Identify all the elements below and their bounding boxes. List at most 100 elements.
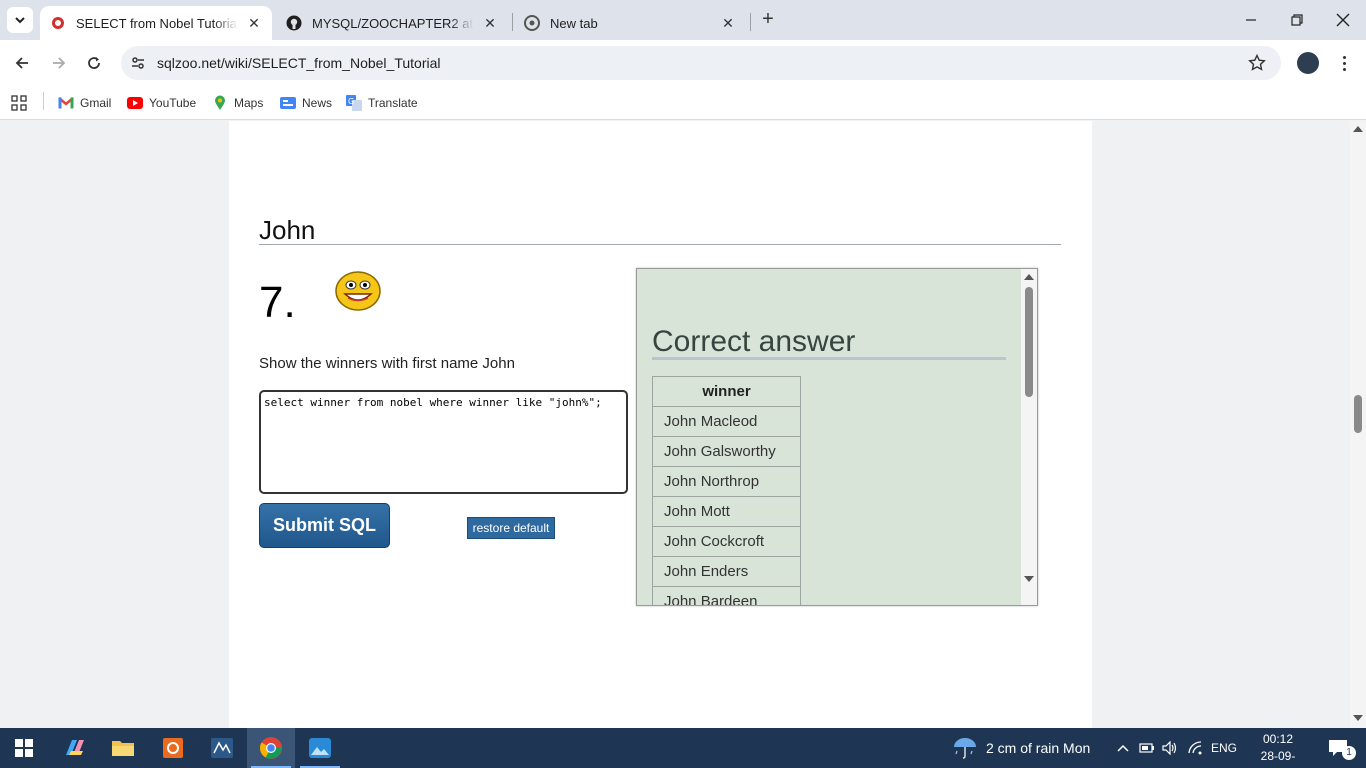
- close-tab-icon[interactable]: ✕: [720, 15, 736, 31]
- page-viewport: John 7. Show the winners with first name…: [0, 121, 1350, 728]
- table-row: John Macleod: [652, 406, 801, 437]
- bookmark-label: News: [302, 96, 333, 110]
- answer-scrollbar[interactable]: [1021, 269, 1037, 605]
- tab-separator: [750, 13, 751, 31]
- tab-new-tab[interactable]: New tab ✕: [514, 6, 746, 40]
- mysql-installer-icon[interactable]: [149, 728, 197, 768]
- bookmarks-bar: Gmail YouTube Maps News G Translate: [0, 86, 1366, 120]
- scroll-down-arrow-icon[interactable]: [1353, 715, 1363, 721]
- tab-sqlzoo[interactable]: SELECT from Nobel Tutorial - SQLZoo ✕: [40, 6, 272, 40]
- scroll-up-arrow-icon[interactable]: [1024, 274, 1034, 280]
- table-row: John Cockcroft: [652, 526, 801, 557]
- question-text: Show the winners with first name John: [259, 355, 515, 372]
- table-row: John Galsworthy: [652, 436, 801, 467]
- windows-taskbar: 2 cm of rain Mon ENG 00:12 28-09-2025 1: [0, 728, 1366, 768]
- umbrella-rain-icon: [954, 738, 976, 759]
- tab-separator: [512, 13, 513, 31]
- forward-arrow-icon[interactable]: [45, 49, 73, 77]
- notification-center[interactable]: 1: [1318, 728, 1358, 768]
- chrome-icon: [524, 15, 540, 31]
- bookmark-star-icon[interactable]: [1247, 53, 1267, 73]
- tab-search-button[interactable]: [7, 7, 33, 33]
- weather-text: 2 cm of rain Mon: [986, 740, 1091, 756]
- chevron-down-icon: [15, 17, 25, 24]
- chrome-taskbar-icon[interactable]: [247, 728, 295, 768]
- new-tab-plus-icon[interactable]: +: [758, 9, 778, 30]
- bookmark-maps[interactable]: Maps: [212, 93, 263, 113]
- taskbar-clock[interactable]: 00:12 28-09-2025: [1248, 731, 1308, 768]
- news-icon: [280, 95, 296, 111]
- github-icon: [286, 15, 302, 31]
- battery-icon[interactable]: [1136, 728, 1158, 768]
- clock-date: 28-09-2025: [1260, 749, 1296, 768]
- bookmark-translate[interactable]: G Translate: [346, 93, 418, 113]
- windows-start-icon[interactable]: [0, 728, 48, 768]
- url-text: sqlzoo.net/wiki/SELECT_from_Nobel_Tutori…: [157, 55, 441, 71]
- question-number: 7.: [259, 278, 296, 327]
- address-bar[interactable]: sqlzoo.net/wiki/SELECT_from_Nobel_Tutori…: [121, 46, 1281, 80]
- page-scrollbar[interactable]: [1350, 121, 1366, 728]
- table-row: John Enders: [652, 556, 801, 587]
- bookmark-separator: [43, 92, 44, 110]
- chevron-up-icon[interactable]: [1112, 728, 1134, 768]
- photos-app-icon[interactable]: [296, 728, 344, 768]
- youtube-icon: [127, 95, 143, 111]
- language-indicator[interactable]: ENG: [1208, 728, 1240, 768]
- tab-github[interactable]: MYSQL/ZOOCHAPTER2 at main ✕: [276, 6, 508, 40]
- scroll-down-arrow-icon[interactable]: [1024, 576, 1034, 582]
- bookmark-gmail[interactable]: Gmail: [58, 93, 111, 113]
- weather-widget[interactable]: 2 cm of rain Mon: [952, 728, 1090, 768]
- answer-title: Correct answer: [652, 325, 856, 358]
- answer-title-divider: [652, 357, 1006, 360]
- bookmark-news[interactable]: News: [280, 93, 332, 113]
- close-tab-icon[interactable]: ✕: [482, 15, 498, 31]
- close-tab-icon[interactable]: ✕: [246, 15, 262, 31]
- back-arrow-icon[interactable]: [8, 49, 36, 77]
- close-window-icon[interactable]: [1320, 0, 1366, 40]
- profile-avatar[interactable]: [1297, 52, 1319, 74]
- browser-toolbar: sqlzoo.net/wiki/SELECT_from_Nobel_Tutori…: [0, 40, 1366, 86]
- answer-table: winner John Macleod John Galsworthy John…: [652, 376, 801, 605]
- tab-title: New tab: [550, 15, 598, 31]
- svg-text:G: G: [348, 97, 354, 106]
- page-content: John 7. Show the winners with first name…: [229, 121, 1092, 728]
- bookmark-label: YouTube: [149, 96, 197, 110]
- bookmark-youtube[interactable]: YouTube: [127, 93, 196, 113]
- menu-kebab-icon[interactable]: [1336, 52, 1352, 74]
- table-row: John Northrop: [652, 466, 801, 497]
- tab-title: SELECT from Nobel Tutorial - SQLZoo: [76, 15, 238, 31]
- file-explorer-icon[interactable]: [99, 728, 147, 768]
- mysql-workbench-icon[interactable]: [198, 728, 246, 768]
- tab-title: MYSQL/ZOOCHAPTER2 at main: [312, 15, 474, 31]
- maps-icon: [212, 95, 228, 111]
- heading-divider: [259, 244, 1061, 245]
- submit-sql-button[interactable]: Submit SQL: [259, 503, 390, 548]
- table-row: John Mott: [652, 496, 801, 527]
- section-heading: John: [259, 215, 316, 245]
- scroll-up-arrow-icon[interactable]: [1353, 126, 1363, 132]
- copilot-icon[interactable]: [51, 728, 99, 768]
- speaker-icon[interactable]: [1159, 728, 1181, 768]
- bookmark-label: Gmail: [80, 96, 112, 110]
- clock-time: 00:12: [1262, 732, 1294, 746]
- bookmark-label: Maps: [234, 96, 264, 110]
- restore-default-button[interactable]: restore default: [467, 517, 555, 539]
- sqlzoo-icon: [50, 15, 66, 31]
- notification-count: 1: [1342, 746, 1356, 760]
- bookmark-label: Translate: [368, 96, 418, 110]
- sql-editor[interactable]: select winner from nobel where winner li…: [259, 390, 628, 494]
- gmail-icon: [58, 95, 74, 111]
- apps-grid-icon[interactable]: [11, 93, 27, 113]
- restore-window-icon[interactable]: [1274, 0, 1320, 40]
- site-settings-icon[interactable]: [127, 52, 149, 74]
- scrollbar-thumb[interactable]: [1025, 287, 1033, 397]
- minimize-icon[interactable]: [1228, 0, 1274, 40]
- table-row: John Bardeen: [652, 586, 801, 605]
- smiley-face-icon: [335, 271, 381, 311]
- reload-icon[interactable]: [80, 49, 108, 77]
- table-header: winner: [652, 376, 801, 407]
- correct-answer-panel[interactable]: Correct answer winner John Macleod John …: [636, 268, 1038, 606]
- tab-strip: SELECT from Nobel Tutorial - SQLZoo ✕ MY…: [0, 0, 1366, 40]
- wifi-icon[interactable]: [1184, 728, 1206, 768]
- scrollbar-thumb[interactable]: [1354, 395, 1362, 433]
